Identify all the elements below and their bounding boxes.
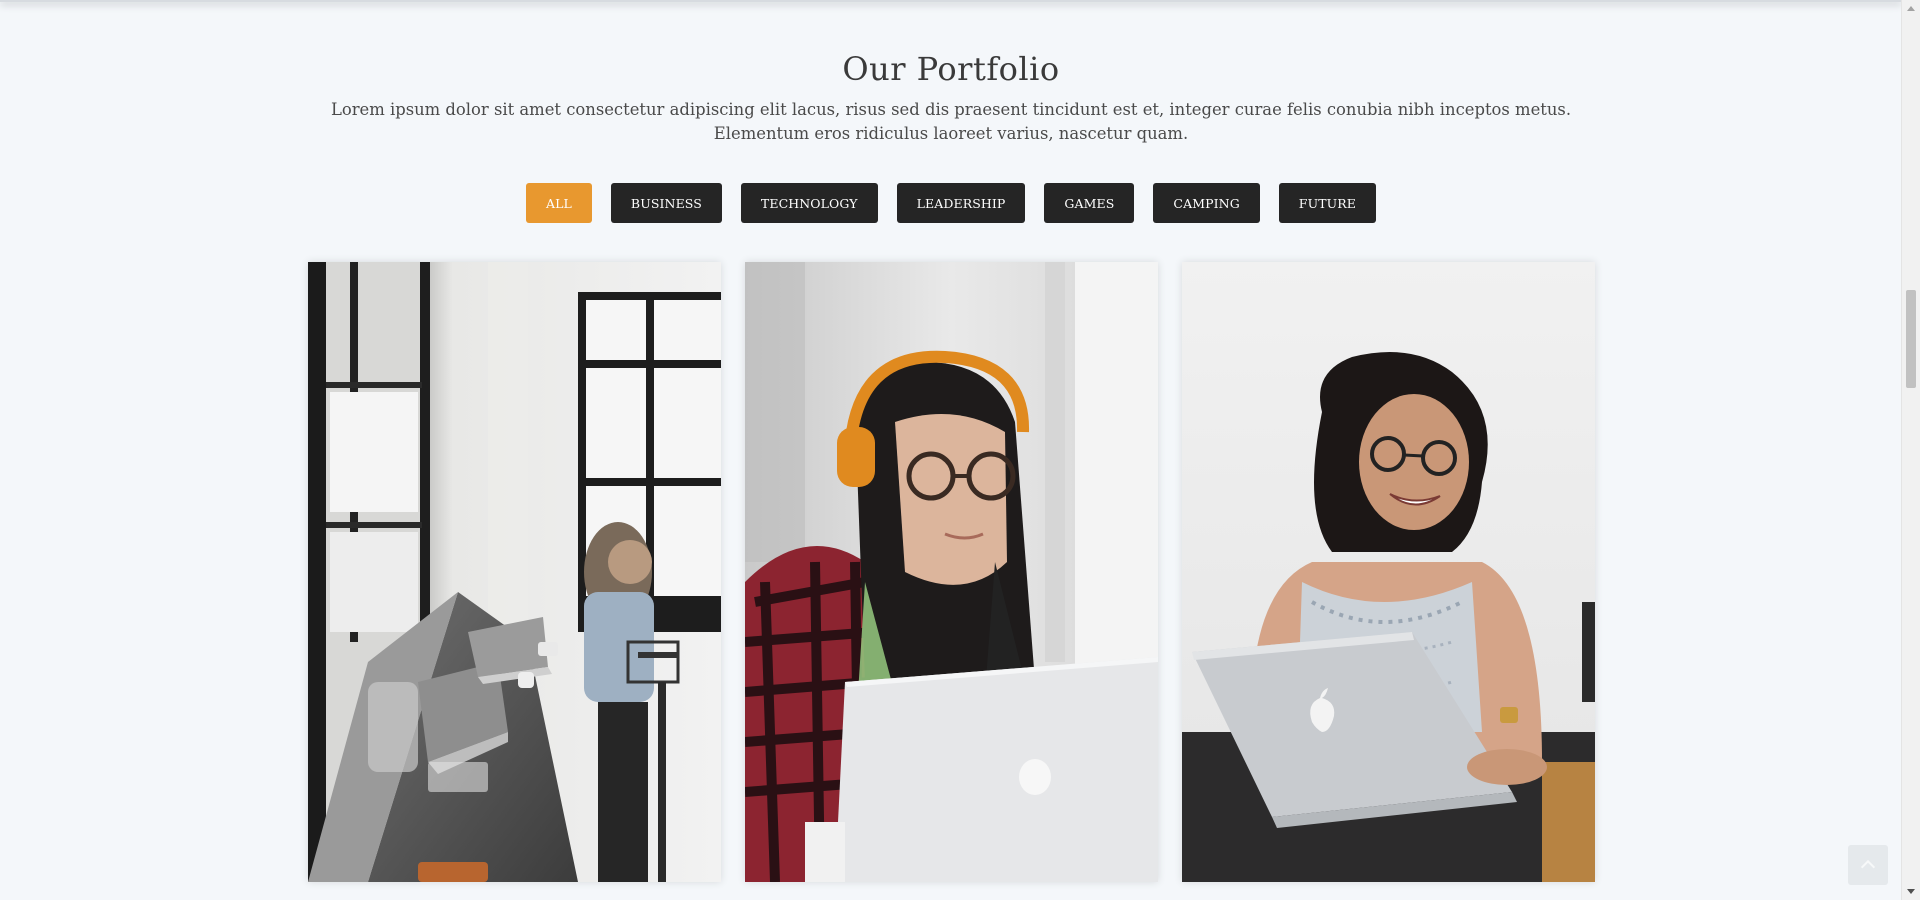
filter-all-button[interactable]: ALL	[525, 183, 592, 223]
portfolio-filters: ALL BUSINESS TECHNOLOGY LEADERSHIP GAMES…	[0, 183, 1902, 223]
filter-games-button[interactable]: GAMES	[1044, 183, 1135, 223]
portfolio-item[interactable]	[1182, 262, 1595, 882]
photo-smiling-woman-with-laptop	[1182, 262, 1595, 882]
back-to-top-button[interactable]	[1848, 845, 1888, 885]
filter-leadership-button[interactable]: LEADERSHIP	[896, 183, 1026, 223]
filter-camping-button[interactable]: CAMPING	[1153, 183, 1260, 223]
section-description: Lorem ipsum dolor sit amet consectetur a…	[330, 100, 1572, 143]
filter-business-button[interactable]: BUSINESS	[610, 183, 722, 223]
page: Our Portfolio Lorem ipsum dolor sit amet…	[0, 0, 1920, 900]
portfolio-section: Our Portfolio Lorem ipsum dolor sit amet…	[0, 0, 1902, 900]
portfolio-item[interactable]	[308, 262, 721, 882]
scroll-down-icon[interactable]	[1907, 889, 1915, 894]
scroll-up-icon[interactable]	[1907, 6, 1915, 11]
filter-technology-button[interactable]: TECHNOLOGY	[740, 183, 878, 223]
photo-woman-at-window-counter	[308, 262, 721, 882]
header-shadow	[0, 0, 1902, 2]
scrollbar-thumb[interactable]	[1906, 290, 1916, 388]
filter-future-button[interactable]: FUTURE	[1278, 183, 1377, 223]
portfolio-item[interactable]	[745, 262, 1158, 882]
chevron-up-icon	[1860, 859, 1876, 875]
photo-woman-with-headphones	[745, 262, 1158, 882]
portfolio-grid	[308, 262, 1596, 884]
section-title: Our Portfolio	[842, 50, 1060, 88]
scrollbar[interactable]	[1901, 0, 1920, 900]
